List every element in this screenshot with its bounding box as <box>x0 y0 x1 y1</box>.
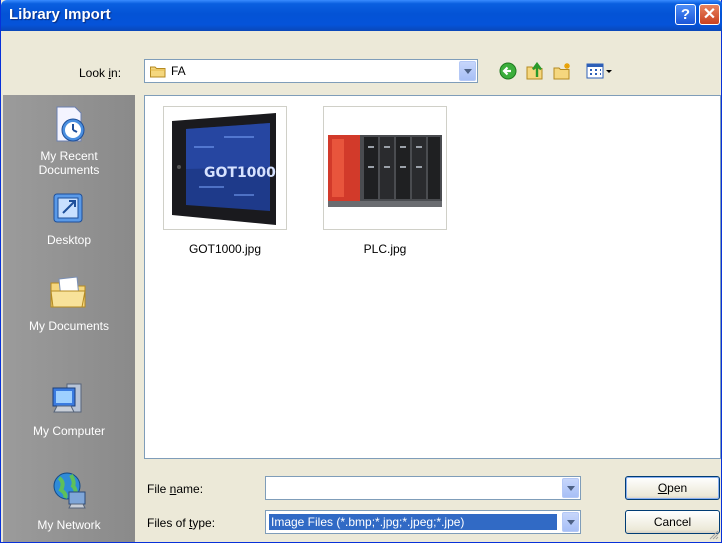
file-item-got1000[interactable]: GOT1000 GOT1000.jpg <box>161 106 289 256</box>
folder-icon <box>150 66 166 78</box>
desktop-icon <box>53 193 83 223</box>
views-menu-icon[interactable] <box>586 62 614 80</box>
file-list[interactable]: GOT1000 GOT1000.jpg PLC.jpg <box>144 95 721 459</box>
files-of-type-dropdown-button[interactable] <box>562 512 579 532</box>
files-of-type-value: Image Files (*.bmp;*.jpg;*.jpeg;*.jpe) <box>268 513 558 531</box>
file-name-label: PLC.jpg <box>363 242 407 256</box>
places-bar: My Recent Documents Desktop My Documents <box>3 95 135 542</box>
title-bar[interactable]: Library Import ? ✕ <box>1 0 722 31</box>
place-desktop[interactable]: Desktop <box>3 191 135 247</box>
help-icon: ? <box>680 6 691 23</box>
got1000-thumbnail-image: GOT1000 <box>172 113 276 225</box>
place-my-computer[interactable]: My Computer <box>3 380 135 438</box>
file-thumbnail <box>323 106 447 230</box>
open-button[interactable]: Open <box>625 476 720 500</box>
file-name-input[interactable] <box>265 476 581 500</box>
files-of-type-label: Files of type: <box>147 516 216 530</box>
help-button[interactable]: ? <box>675 4 696 25</box>
place-my-recent-documents[interactable]: My Recent Documents <box>3 105 135 177</box>
file-name-label: GOT1000.jpg <box>188 242 262 256</box>
library-import-dialog: Library Import ? ✕ Look in: FA My Recent… <box>0 0 722 543</box>
look-in-dropdown-button[interactable] <box>459 61 476 81</box>
up-folder-icon[interactable] <box>526 62 546 80</box>
look-in-value: FA <box>171 64 186 78</box>
cancel-button[interactable]: Cancel <box>625 510 720 534</box>
window-title: Library Import <box>9 6 111 23</box>
thumb-label: GOT1000 <box>204 165 276 181</box>
look-in-label: Look in: <box>79 66 122 80</box>
file-thumbnail: GOT1000 <box>163 106 287 230</box>
place-my-documents[interactable]: My Documents <box>3 273 135 333</box>
resize-grip-icon[interactable] <box>709 530 719 540</box>
recent-documents-icon <box>56 106 85 142</box>
look-in-combo[interactable]: FA <box>144 59 478 83</box>
my-computer-icon <box>52 383 82 413</box>
back-icon[interactable] <box>499 62 519 80</box>
my-documents-icon <box>50 276 86 308</box>
files-of-type-select[interactable]: Image Files (*.bmp;*.jpg;*.jpeg;*.jpe) <box>265 510 581 534</box>
close-icon: ✕ <box>702 6 717 23</box>
file-name-label: File name: <box>147 482 204 496</box>
place-my-network[interactable]: My Network <box>3 470 135 532</box>
plc-thumbnail-image <box>328 135 442 207</box>
file-item-plc[interactable]: PLC.jpg <box>321 106 449 256</box>
file-name-dropdown-button[interactable] <box>562 478 579 498</box>
my-network-icon <box>53 472 86 509</box>
close-button[interactable]: ✕ <box>699 4 720 25</box>
new-folder-icon[interactable] <box>553 62 573 80</box>
